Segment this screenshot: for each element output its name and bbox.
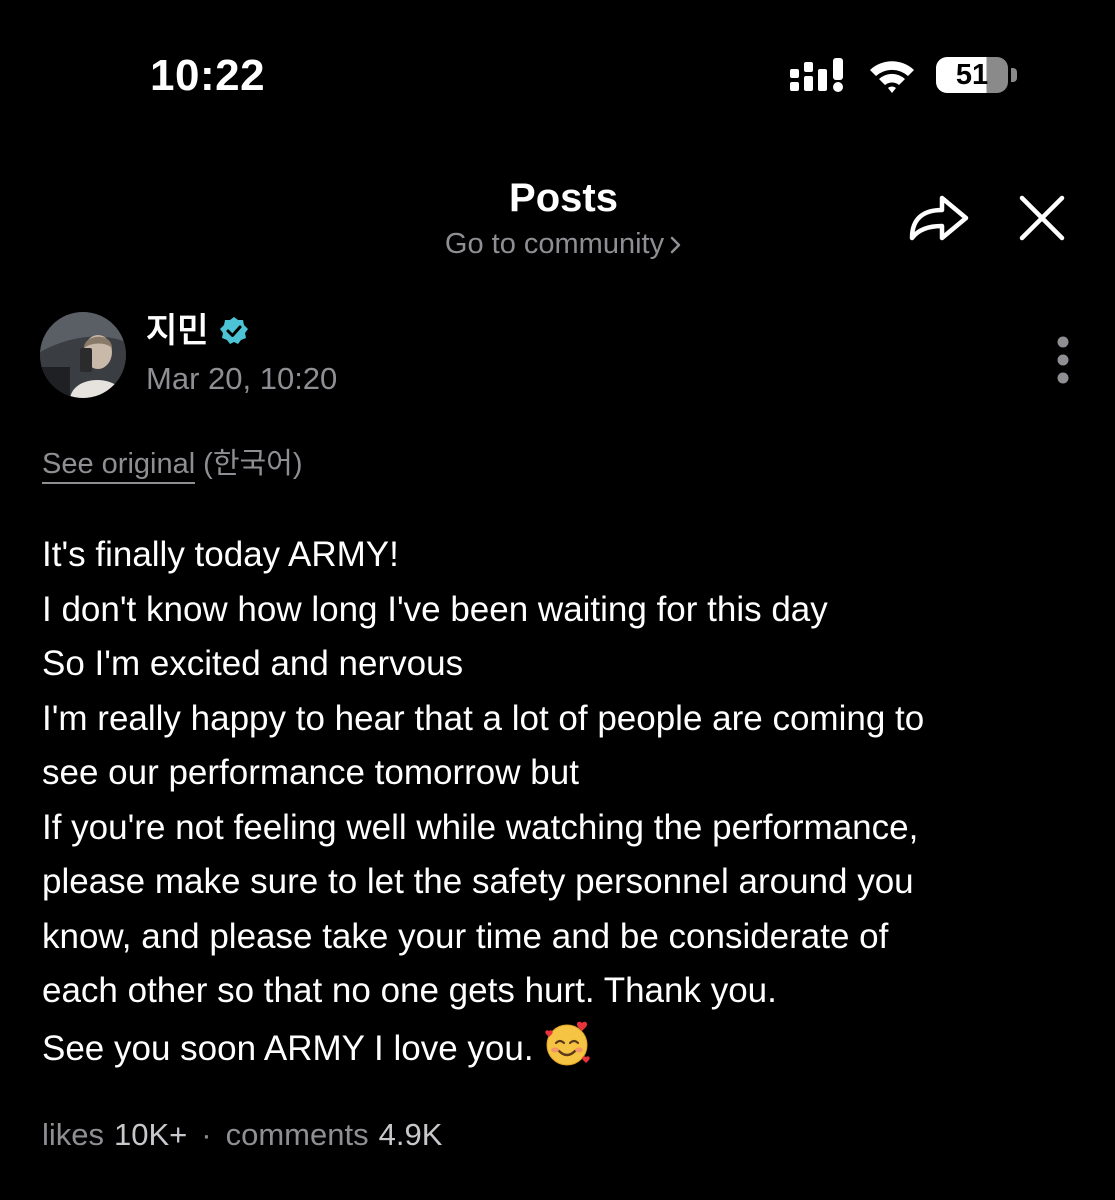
likes-label: likes [42, 1117, 105, 1152]
post-line: I don't know how long I've been waiting … [42, 589, 828, 629]
post-line: I'm really happy to hear that a lot of p… [42, 698, 925, 738]
stats-separator: · [201, 1117, 212, 1152]
post-body: It's finally today ARMY! I don't know ho… [42, 528, 1082, 1076]
original-language: (한국어) [203, 448, 303, 480]
avatar-image [40, 312, 126, 398]
chevron-right-icon [670, 237, 681, 254]
smiling-face-with-hearts-icon [544, 1021, 590, 1065]
signal-icon [790, 58, 843, 92]
status-time: 10:22 [150, 51, 266, 100]
battery-cap [1011, 68, 1017, 82]
post-line: So I'm excited and nervous [42, 644, 464, 683]
wifi-icon [870, 61, 914, 93]
post-last-line: See you soon ARMY I love you. [42, 1019, 1082, 1077]
post-line: each other so that no one gets hurt. Tha… [42, 971, 777, 1010]
post-line: It's finally today ARMY! [42, 535, 399, 574]
post-line: see our performance tomorrow but [42, 753, 579, 792]
post-date: Mar 20, 10:20 [146, 361, 338, 396]
see-original-link[interactable]: See original [42, 448, 196, 484]
go-to-community-label: Go to community [444, 228, 665, 260]
post-line: If you're not feeling well while watchin… [42, 807, 919, 847]
verified-icon [219, 317, 248, 344]
post-line: please make sure to let the safety perso… [42, 862, 914, 901]
author-name[interactable]: 지민 [146, 308, 249, 354]
post-line: know, and please take your time and be c… [42, 916, 889, 956]
close-icon[interactable] [1014, 190, 1070, 246]
more-vertical-icon[interactable] [1050, 334, 1076, 390]
likes-count: 10K+ [114, 1117, 188, 1152]
author-name-text: 지민 [146, 312, 209, 350]
post-line: See you soon ARMY I love you. [42, 1028, 534, 1068]
translation-row: See original (한국어) [42, 444, 303, 484]
avatar[interactable] [40, 312, 126, 398]
post-stats: likes 10K+ · comments 4.9K [42, 1114, 442, 1156]
comments-label[interactable]: comments [226, 1117, 369, 1152]
comments-count: 4.9K [378, 1117, 443, 1152]
battery-icon: 51 [936, 57, 1008, 93]
share-icon[interactable] [904, 188, 974, 248]
